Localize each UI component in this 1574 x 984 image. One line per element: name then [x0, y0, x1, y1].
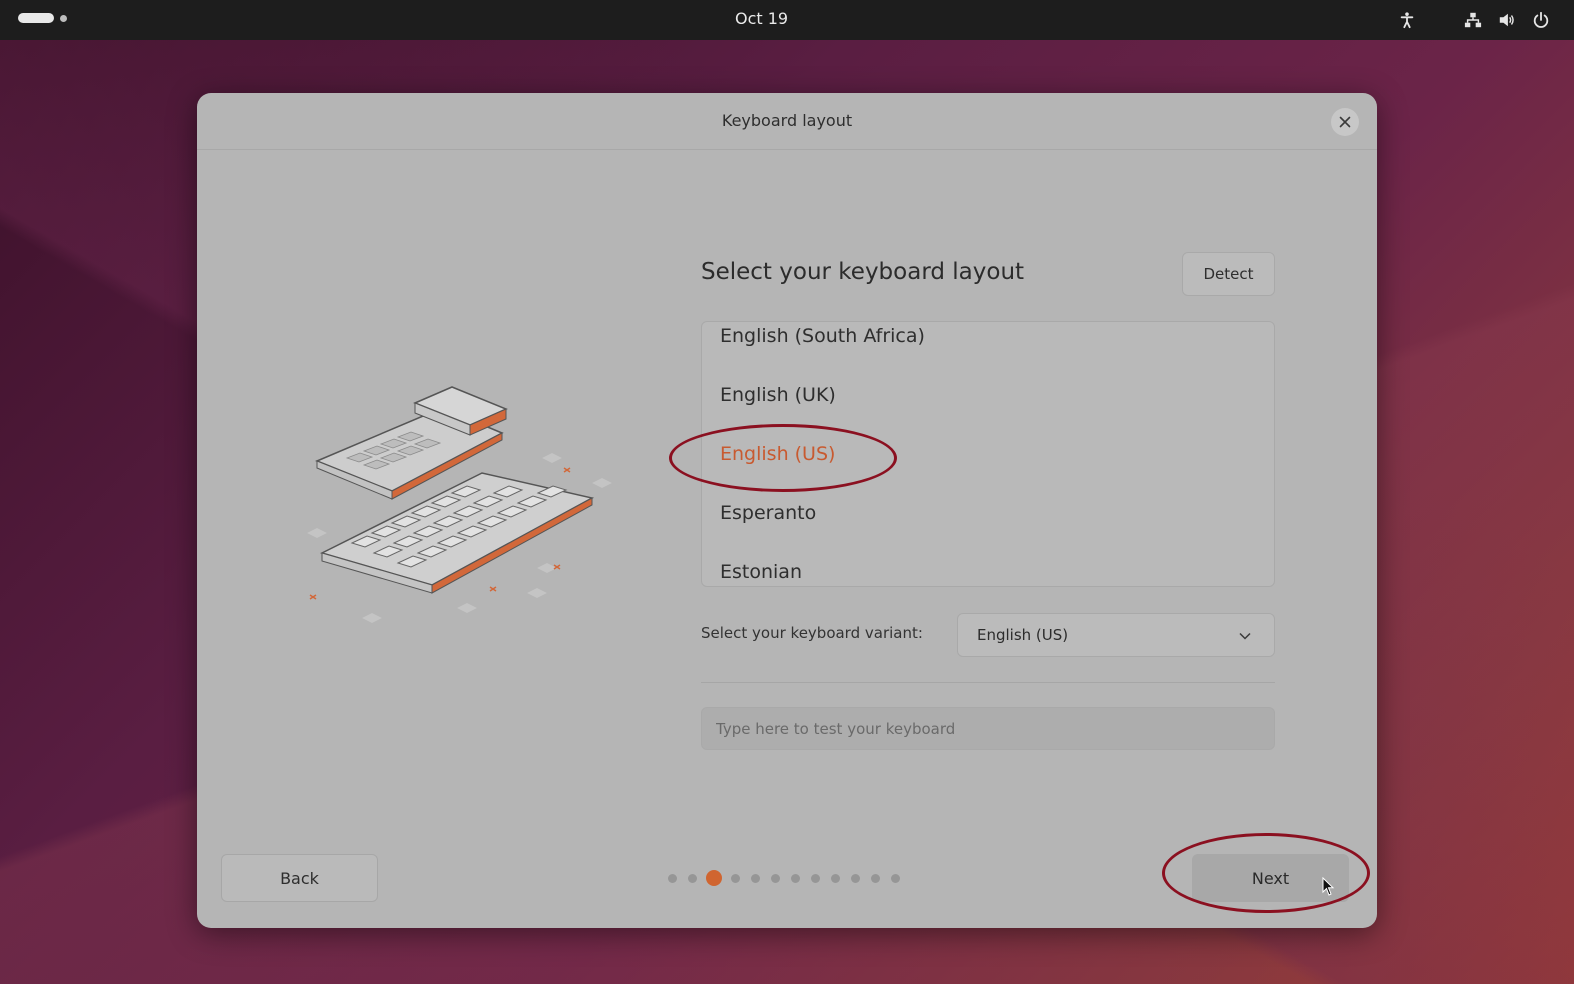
- variant-value: English (US): [977, 626, 1069, 644]
- step-dot: [831, 873, 840, 883]
- top-bar: Oct 19: [0, 0, 1574, 40]
- detect-button[interactable]: Detect: [1182, 252, 1275, 296]
- layout-item[interactable]: Estonian: [720, 561, 802, 583]
- layout-item[interactable]: English (UK): [720, 384, 836, 406]
- highlight-annotation-next: [1162, 833, 1370, 913]
- variant-dropdown[interactable]: English (US): [957, 613, 1275, 657]
- step-dot: [851, 873, 860, 883]
- keyboard-layout-dialog: Keyboard layout Select your keyboard lay…: [197, 93, 1377, 928]
- layout-item[interactable]: English (South Africa): [720, 325, 925, 347]
- accessibility-icon[interactable]: [1396, 9, 1418, 31]
- step-dot: [791, 873, 800, 883]
- clock[interactable]: Oct 19: [735, 9, 788, 28]
- step-dot-current: [706, 870, 722, 886]
- power-icon[interactable]: [1530, 9, 1552, 31]
- step-dot: [891, 873, 900, 883]
- activities-button[interactable]: [18, 13, 67, 23]
- workspace-indicator: [60, 14, 67, 22]
- dialog-header: Keyboard layout: [197, 93, 1377, 150]
- dialog-title: Keyboard layout: [721, 111, 853, 130]
- variant-label: Select your keyboard variant:: [701, 624, 923, 642]
- workspace-indicator-active: [18, 13, 54, 23]
- step-dot: [731, 873, 740, 883]
- close-button[interactable]: [1331, 108, 1359, 136]
- close-icon: [1339, 116, 1351, 128]
- step-dot: [688, 873, 697, 883]
- system-tray[interactable]: [1396, 9, 1552, 31]
- step-dot: [811, 873, 820, 883]
- page-heading: Select your keyboard layout: [701, 259, 1025, 285]
- layout-item[interactable]: Esperanto: [720, 502, 816, 524]
- back-button[interactable]: Back: [221, 854, 378, 902]
- keyboard-illustration: [307, 386, 612, 623]
- volume-icon[interactable]: [1496, 9, 1518, 31]
- step-dot: [751, 873, 760, 883]
- chevron-down-icon: [1239, 632, 1251, 640]
- mouse-cursor-icon: [1322, 877, 1335, 896]
- highlight-annotation-layout: [669, 424, 897, 492]
- step-dot: [871, 873, 880, 883]
- step-indicator: [668, 870, 911, 886]
- divider: [701, 682, 1275, 683]
- step-dot: [771, 873, 780, 883]
- step-dot: [668, 873, 677, 883]
- keyboard-test-input[interactable]: [701, 707, 1275, 750]
- network-icon[interactable]: [1462, 9, 1484, 31]
